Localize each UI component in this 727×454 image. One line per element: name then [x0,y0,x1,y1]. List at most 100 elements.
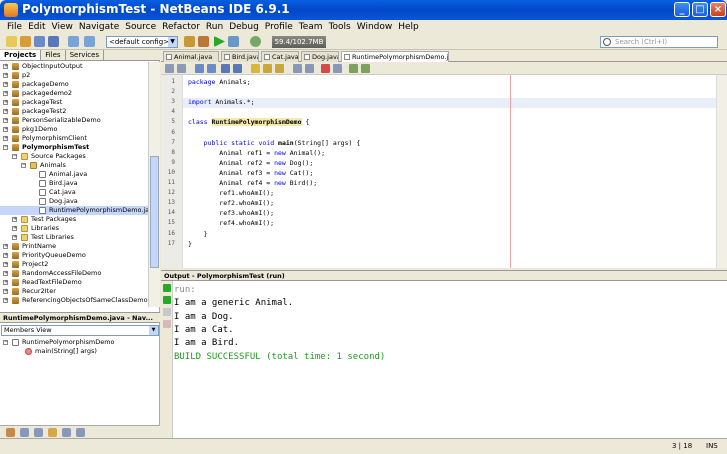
tree-item[interactable]: − PolymorphismTest [0,143,148,152]
tree-item[interactable]: + packageTest [0,98,148,107]
profile-icon[interactable] [250,36,261,47]
forward-icon[interactable] [207,64,216,73]
editor-tab[interactable]: Bird.java [221,51,259,62]
menu-refactor[interactable]: Refactor [159,22,203,32]
expand-toggle-icon[interactable]: − [12,154,17,159]
expand-toggle-icon[interactable]: − [21,163,26,168]
save-all-icon[interactable] [48,36,59,47]
rerun-icon[interactable] [163,284,171,292]
settings-icon[interactable] [163,320,171,328]
project-tree[interactable]: + ObjectInputOutput + p2 + packageDemo + packag… [0,62,148,307]
expand-toggle-icon[interactable]: − [3,145,8,150]
expand-toggle-icon[interactable]: + [3,253,8,258]
rerun-with-options-icon[interactable] [163,296,171,304]
menu-run[interactable]: Run [203,22,226,32]
tree-item[interactable]: + packageTest2 [0,107,148,116]
inherited-icon[interactable] [48,428,57,437]
menu-edit[interactable]: Edit [25,22,48,32]
navigator-tree[interactable]: − RuntimePolymorphismDemo main(String[] ar… [0,338,160,418]
menu-team[interactable]: Team [296,22,326,32]
shift-right-icon[interactable] [305,64,314,73]
minimize-button[interactable]: _ [674,2,690,17]
expand-toggle-icon[interactable]: + [12,217,17,222]
editor-scrollbar[interactable] [716,75,727,268]
expand-toggle-icon[interactable]: + [3,298,8,303]
expand-toggle-icon[interactable]: + [3,64,8,69]
editor-tab[interactable]: Animal.java [163,51,219,62]
members-view-select[interactable]: Members View ▼ [1,325,159,336]
memory-indicator[interactable]: 59.4/102.7MB [272,36,326,48]
tree-item[interactable]: Bird.java [0,179,148,188]
tree-item[interactable]: + ReferencingObjectsOfSameClassDemo [0,296,148,305]
expand-toggle-icon[interactable]: + [3,91,8,96]
expand-toggle-icon[interactable]: + [3,82,8,87]
expand-toggle-icon[interactable]: + [3,73,8,78]
undo-icon[interactable] [68,36,79,47]
expand-toggle-icon[interactable]: + [3,127,8,132]
tab-services[interactable]: Services [66,50,105,60]
tree-item[interactable]: + ReadTextFileDemo [0,278,148,287]
expand-toggle-icon[interactable]: + [3,271,8,276]
sort-name-icon[interactable] [76,428,85,437]
build-icon[interactable] [184,36,195,47]
menu-window[interactable]: Window [354,22,396,32]
expand-toggle-icon[interactable]: + [3,244,8,249]
tree-item[interactable]: + PersonSerializableDemo [0,116,148,125]
static-icon[interactable] [34,428,43,437]
output-console[interactable]: run: I am a generic Animal. I am a Dog. I a… [173,281,727,438]
tree-item[interactable]: Dog.java [0,197,148,206]
expand-toggle-icon[interactable]: + [12,235,17,240]
config-select[interactable]: <default config> ▼ [106,36,178,48]
tree-item[interactable]: + PriorityQueueDemo [0,251,148,260]
expand-toggle-icon[interactable]: + [3,280,8,285]
history-icon[interactable] [177,64,186,73]
tree-item[interactable]: + Test Packages [0,215,148,224]
clean-build-icon[interactable] [198,36,209,47]
new-project-icon[interactable] [6,36,17,47]
expand-toggle-icon[interactable]: + [3,262,8,267]
tree-item[interactable]: + RandomAccessFileDemo [0,269,148,278]
expand-toggle-icon[interactable]: + [3,289,8,294]
menu-view[interactable]: View [49,22,76,32]
shift-left-icon[interactable] [293,64,302,73]
tree-item[interactable]: RuntimePolymorphismDemo.java [0,206,148,215]
expand-toggle-icon[interactable]: + [12,226,17,231]
tree-item[interactable]: − Animals [0,161,148,170]
editor-tab[interactable]: RuntimePolymorphismDemo.java [341,51,449,62]
menu-navigate[interactable]: Navigate [76,22,122,32]
find-next-icon[interactable] [233,64,242,73]
tree-item[interactable]: − Source Packages [0,152,148,161]
editor-tab[interactable]: Cat.java [261,51,299,62]
fields-icon[interactable] [20,428,29,437]
start-macro-icon[interactable] [321,64,330,73]
menu-tools[interactable]: Tools [326,22,354,32]
menu-debug[interactable]: Debug [226,22,262,32]
tree-item[interactable]: + Project2 [0,260,148,269]
scrollbar-thumb[interactable] [150,156,159,268]
stop-macro-icon[interactable] [333,64,342,73]
uncomment-icon[interactable] [361,64,370,73]
tree-item[interactable]: + Test Libraries [0,233,148,242]
find-previous-icon[interactable] [221,64,230,73]
expand-toggle-icon[interactable]: + [3,109,8,114]
sort-icon[interactable] [62,428,71,437]
filter-icon[interactable] [6,428,15,437]
tree-item[interactable]: + Recur2Iter [0,287,148,296]
menu-help[interactable]: Help [395,22,422,32]
back-icon[interactable] [195,64,204,73]
run-icon[interactable] [214,36,225,47]
tree-item[interactable]: + packageDemo [0,80,148,89]
tab-files[interactable]: Files [41,50,66,60]
toggle-highlight-icon[interactable] [251,64,260,73]
menu-profile[interactable]: Profile [262,22,296,32]
expand-toggle-icon[interactable]: + [3,100,8,105]
tree-item[interactable]: + pkg1Demo [0,125,148,134]
tree-item[interactable]: + p2 [0,71,148,80]
tree-item[interactable]: + PrintName [0,242,148,251]
editor-tab[interactable]: Dog.java [301,51,339,62]
tree-item[interactable]: + packagedemo2 [0,89,148,98]
close-button[interactable]: × [710,2,726,17]
debug-icon[interactable] [228,36,239,47]
source-view-icon[interactable] [165,64,174,73]
code-editor[interactable]: 1 2 3 4 5 6 7 8 9 10 11 12 13 14 15 16 17 package Animal… [161,75,727,268]
